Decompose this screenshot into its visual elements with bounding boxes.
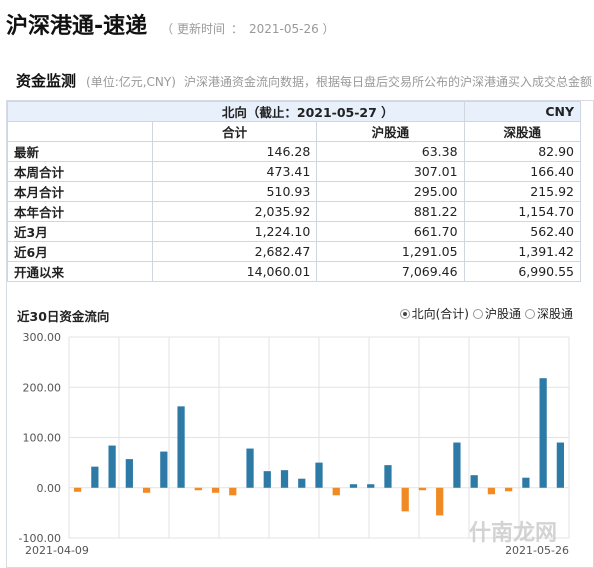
bar [91,466,99,488]
bar [453,442,461,488]
bar [487,487,496,495]
flow-bar-chart: 300.00200.00100.000.00-100.002021-04-09 2… [19,331,570,557]
section-header: 资金监测 (单位:亿元,CNY) 沪深港通资金流向数据，根据每日盘后交易所公布的… [16,70,594,90]
bar [367,484,375,488]
bar [246,448,254,488]
bar [470,475,478,488]
page-title: 沪深港通-速递 [6,14,148,39]
update-time-prefix: （ 更新时间 [161,22,225,36]
bar [108,445,116,488]
y-tick-label: 300.00 [23,331,62,344]
bar [263,471,271,488]
bar [160,451,168,488]
bar [522,477,530,488]
bar [401,487,409,512]
y-tick-label: 0.00 [37,482,62,495]
data-panel: 北向（截止：2021-05-27 ） CNY 合计 沪股通 深股通 最新 146.… [6,100,594,568]
watermark-text: 什南龙网 [468,521,557,546]
x-start-label: 2021-04-09 [25,544,89,557]
bar [436,487,444,516]
bar [74,487,82,492]
bar [349,484,358,488]
title-row: 沪深港通-速递 （ 更新时间 ： 2021-05-26 ） [6,8,335,48]
bar [177,406,185,488]
bar [211,487,220,493]
bar [384,465,392,488]
y-tick-label: 200.00 [23,381,62,394]
update-time-colon: ： [230,22,243,36]
bar [125,459,133,488]
bar [229,487,237,496]
update-time-date: 2021-05-26 ） [248,22,335,36]
bar [332,487,340,496]
bar [280,470,289,488]
bar [315,462,323,488]
bar [556,442,564,488]
y-tick-label: 100.00 [23,432,62,445]
update-time: （ 更新时间 ： 2021-05-26 ） [161,20,334,37]
bar [505,487,513,492]
unit-label: (单位:亿元,CNY) [86,75,176,89]
bar [194,487,202,491]
bar [142,487,151,493]
bar [539,378,547,488]
section-title: 资金监测 [16,72,77,90]
bar [298,478,306,488]
section-description: 沪深港通资金流向数据，根据每日盘后交易所公布的沪深港通买入成交总金额 [183,75,592,89]
bar [418,487,427,491]
